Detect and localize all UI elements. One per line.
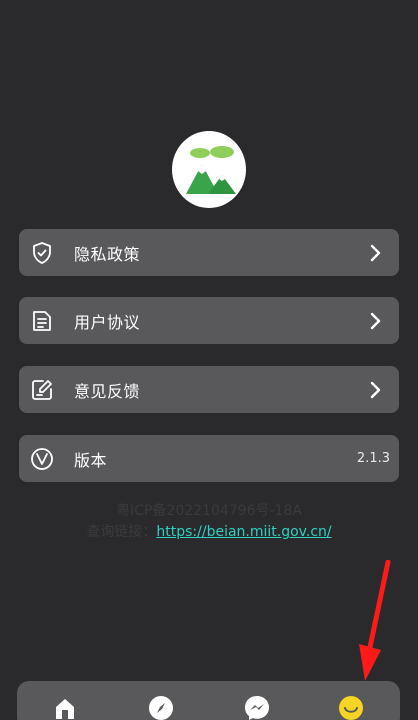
chat-bubble-icon[interactable] <box>244 695 270 720</box>
chevron-right-icon <box>367 311 383 331</box>
annotation-arrow-icon <box>345 560 395 685</box>
version-number: 2.1.3 <box>356 451 390 466</box>
beian-link[interactable]: https://beian.miit.gov.cn/ <box>156 524 331 540</box>
chevron-right-icon <box>367 243 383 263</box>
menu-item-feedback[interactable]: 意见反馈 <box>19 366 399 413</box>
chevron-right-icon <box>367 380 383 400</box>
shield-check-icon <box>30 241 54 265</box>
version-v-icon <box>30 447 54 471</box>
document-icon <box>30 309 54 333</box>
feedback-edit-icon <box>30 378 54 402</box>
menu-item-label: 版本 <box>74 450 108 470</box>
smiley-icon[interactable] <box>338 695 364 720</box>
mountain-landscape-icon <box>186 146 236 194</box>
menu-item-user-agreement[interactable]: 用户协议 <box>19 297 399 344</box>
home-icon[interactable] <box>52 695 78 720</box>
query-link-prefix: 查询链接： <box>86 524 157 540</box>
menu-item-label: 隐私政策 <box>74 244 141 264</box>
bottom-nav <box>17 681 400 720</box>
icp-record-text: 粤ICP备2022104796号-18A <box>116 503 302 519</box>
compass-icon[interactable] <box>148 695 174 720</box>
menu-item-version[interactable]: 版本 2.1.3 <box>19 435 399 482</box>
menu-item-label: 用户协议 <box>74 312 141 332</box>
menu-item-label: 意见反馈 <box>74 381 141 401</box>
query-link-row: 查询链接：https://beian.miit.gov.cn/ <box>0 521 418 541</box>
menu-item-privacy-policy[interactable]: 隐私政策 <box>19 229 399 276</box>
app-logo <box>172 131 246 208</box>
